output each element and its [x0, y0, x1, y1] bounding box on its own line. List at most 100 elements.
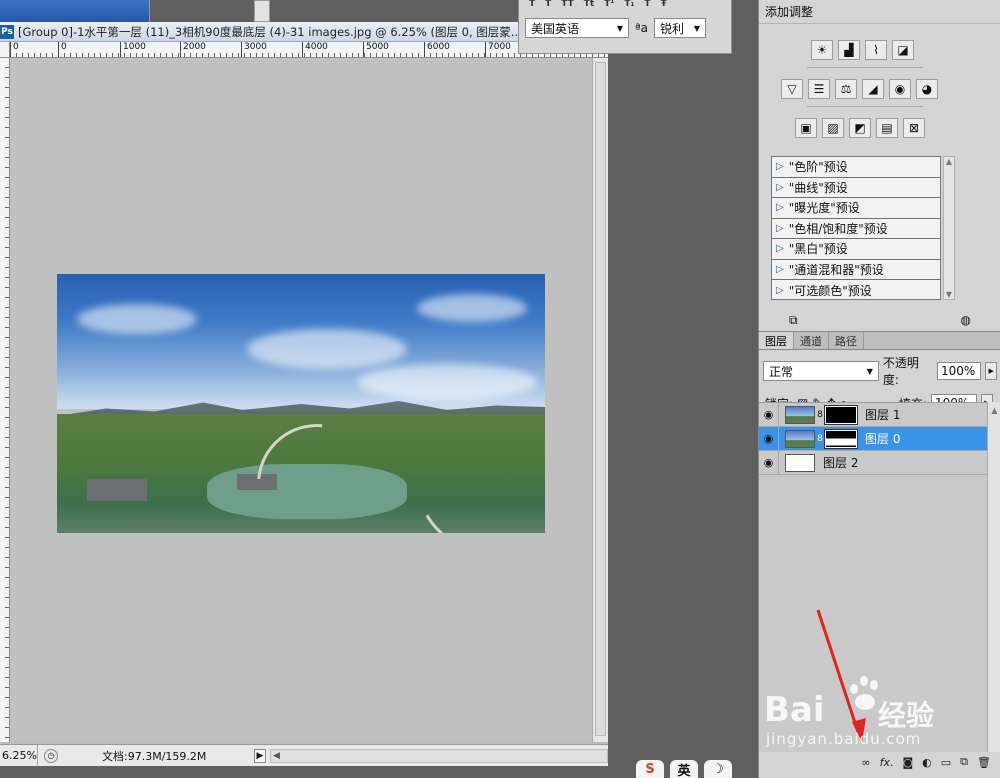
eye-icon[interactable]: ◉	[759, 450, 779, 475]
selective-color-icon[interactable]: ⊠	[903, 118, 925, 138]
document-title-bar[interactable]: Ps [Group 0]-1水平第一层 (11)_3相机90度最底层 (4)-3…	[0, 22, 608, 42]
underline-icon[interactable]: T	[644, 0, 650, 10]
eye-icon[interactable]: ◉	[759, 402, 779, 427]
canvas-area[interactable]	[10, 58, 592, 742]
ruler-tick: 2000	[180, 42, 206, 57]
layer-thumbnail	[785, 453, 815, 472]
layer-row-selected[interactable]: ◉ 8 图层 0	[759, 426, 987, 451]
language-value: 美国英语	[531, 21, 580, 36]
preset-item[interactable]: ▷ "曲线"预设	[772, 178, 940, 198]
photo-filter-icon[interactable]: ◉	[889, 79, 911, 99]
panorama-image[interactable]	[57, 274, 545, 533]
exposure-icon[interactable]: ◪	[892, 40, 914, 60]
adjustment-row-1: ☀ ▟ ⌇ ◪	[811, 40, 914, 60]
scroll-up-icon[interactable]: ▲	[991, 406, 997, 752]
tab-paths[interactable]: 路径	[829, 332, 864, 349]
opacity-input[interactable]: 100%	[936, 362, 982, 380]
levels-icon[interactable]: ▟	[838, 40, 860, 60]
hue-saturation-icon[interactable]: ☰	[808, 79, 830, 99]
adjustment-row-3: ▣ ▨ ◩ ▤ ⊠	[795, 118, 925, 138]
channel-mixer-icon[interactable]: ◕	[916, 79, 938, 99]
invert-icon[interactable]: ▣	[795, 118, 817, 138]
vibrance-icon[interactable]: ▽	[781, 79, 803, 99]
presets-scrollbar[interactable]: ▲ ▼	[943, 156, 955, 300]
pano-cloud	[247, 329, 407, 369]
layer-thumbnail	[785, 429, 815, 448]
chain-link-icon[interactable]: 8	[815, 434, 825, 444]
clip-to-layer-icon[interactable]: ⧉	[789, 313, 798, 328]
preset-label: "色阶"预设	[788, 160, 848, 175]
faux-italic-icon[interactable]: T	[545, 0, 551, 10]
curves-icon[interactable]: ⌇	[865, 40, 887, 60]
tab-channels[interactable]: 通道	[794, 332, 829, 349]
small-caps-icon[interactable]: Tt	[584, 0, 594, 10]
posterize-icon[interactable]: ▨	[822, 118, 844, 138]
blend-mode-select[interactable]: 正常 ▼	[763, 361, 879, 381]
document-size: 文档:97.3M/159.2M	[102, 749, 207, 763]
scroll-up-icon[interactable]: ▲	[946, 157, 952, 166]
ruler-tick: 0	[58, 42, 67, 57]
layers-tabs: 图层 通道 路径	[759, 332, 1000, 350]
channel-visibility-icon[interactable]: ◍	[961, 313, 971, 327]
new-layer-icon[interactable]: ⧉	[960, 755, 968, 769]
eye-icon[interactable]: ◉	[759, 426, 779, 451]
adjustment-layer-icon[interactable]: ◐	[922, 756, 932, 769]
moon-icon[interactable]: ☽	[704, 760, 732, 778]
vertical-ruler[interactable]	[0, 58, 10, 742]
annotation-arrow-icon	[816, 609, 866, 742]
status-info-icon[interactable]: ◷	[44, 748, 58, 763]
layer-name: 图层 1	[865, 408, 901, 422]
group-icon[interactable]: ▭	[941, 756, 951, 769]
antialias-select[interactable]: 锐利 ▼	[654, 18, 707, 38]
chevron-down-icon: ▼	[866, 366, 873, 376]
link-layers-icon[interactable]: ∞	[861, 756, 870, 769]
zoom-field[interactable]: 6.25%	[0, 745, 38, 766]
scroll-thumb[interactable]	[595, 62, 606, 736]
adjustment-presets-list: ▷ "色阶"预设 ▷ "曲线"预设 ▷ "曝光度"预设 ▷ "色相/饱和度"预设 ▷ "黑…	[771, 156, 941, 300]
expand-triangle-icon: ▷	[776, 202, 784, 214]
preset-item[interactable]: ▷ "曝光度"预设	[772, 198, 940, 219]
opacity-slider-arrow-icon[interactable]: ▶	[985, 362, 997, 380]
ime-tray: S 英 ☽	[636, 760, 732, 778]
layer-mask-thumbnail[interactable]	[824, 428, 858, 449]
tab-layers[interactable]: 图层	[759, 332, 794, 349]
ruler-origin[interactable]	[0, 42, 10, 58]
sogou-icon[interactable]: S	[636, 760, 664, 778]
layers-scrollbar[interactable]: ▲	[987, 402, 1000, 752]
status-menu-arrow-icon[interactable]: ▶	[254, 748, 266, 763]
brightness-icon[interactable]: ☀	[811, 40, 833, 60]
preset-item[interactable]: ▷ "色相/饱和度"预设	[772, 219, 940, 239]
language-select[interactable]: 美国英语 ▼	[525, 18, 629, 38]
document-title: [Group 0]-1水平第一层 (11)_3相机90度最底层 (4)-31 i…	[18, 24, 522, 39]
superscript-icon[interactable]: T¹	[604, 0, 614, 10]
pano-cloud	[357, 364, 537, 400]
layer-mask-thumbnail[interactable]	[824, 404, 858, 425]
layer-row[interactable]: ◉ 8 图层 1	[759, 402, 987, 427]
expand-triangle-icon: ▷	[776, 161, 784, 173]
delete-layer-icon[interactable]: 🗑︎	[977, 756, 991, 769]
fx-icon[interactable]: fx.	[880, 756, 894, 769]
character-style-buttons[interactable]: T T TT Tt T¹ T₁ T Ŧ	[519, 0, 731, 10]
black-white-icon[interactable]: ◢	[862, 79, 884, 99]
blend-row: 正常 ▼ 不透明度: 100% ▶	[759, 350, 1000, 388]
vertical-scrollbar[interactable]	[592, 58, 608, 742]
preset-item[interactable]: ▷ "通道混和器"预设	[772, 260, 940, 280]
expand-triangle-icon: ▷	[776, 222, 784, 234]
subscript-icon[interactable]: T₁	[624, 0, 634, 10]
pano-cloud	[77, 304, 197, 334]
add-mask-icon[interactable]: ◙	[902, 756, 913, 769]
color-balance-icon[interactable]: ⚖	[835, 79, 857, 99]
horizontal-scrollbar[interactable]: ◀	[270, 748, 608, 763]
faux-bold-icon[interactable]: T	[529, 0, 535, 10]
preset-item[interactable]: ▷ "黑白"预设	[772, 239, 940, 260]
gradient-map-icon[interactable]: ▤	[876, 118, 898, 138]
all-caps-icon[interactable]: TT	[561, 0, 574, 10]
layer-row[interactable]: ◉ 图层 2	[759, 450, 987, 475]
input-language-icon[interactable]: 英	[670, 760, 698, 778]
strikethrough-icon[interactable]: Ŧ	[661, 0, 667, 10]
chain-link-icon[interactable]: 8	[815, 410, 825, 420]
scroll-down-icon[interactable]: ▼	[946, 290, 952, 299]
threshold-icon[interactable]: ◩	[849, 118, 871, 138]
preset-item[interactable]: ▷ "色阶"预设	[772, 157, 940, 178]
preset-item[interactable]: ▷ "可选颜色"预设	[772, 280, 940, 301]
